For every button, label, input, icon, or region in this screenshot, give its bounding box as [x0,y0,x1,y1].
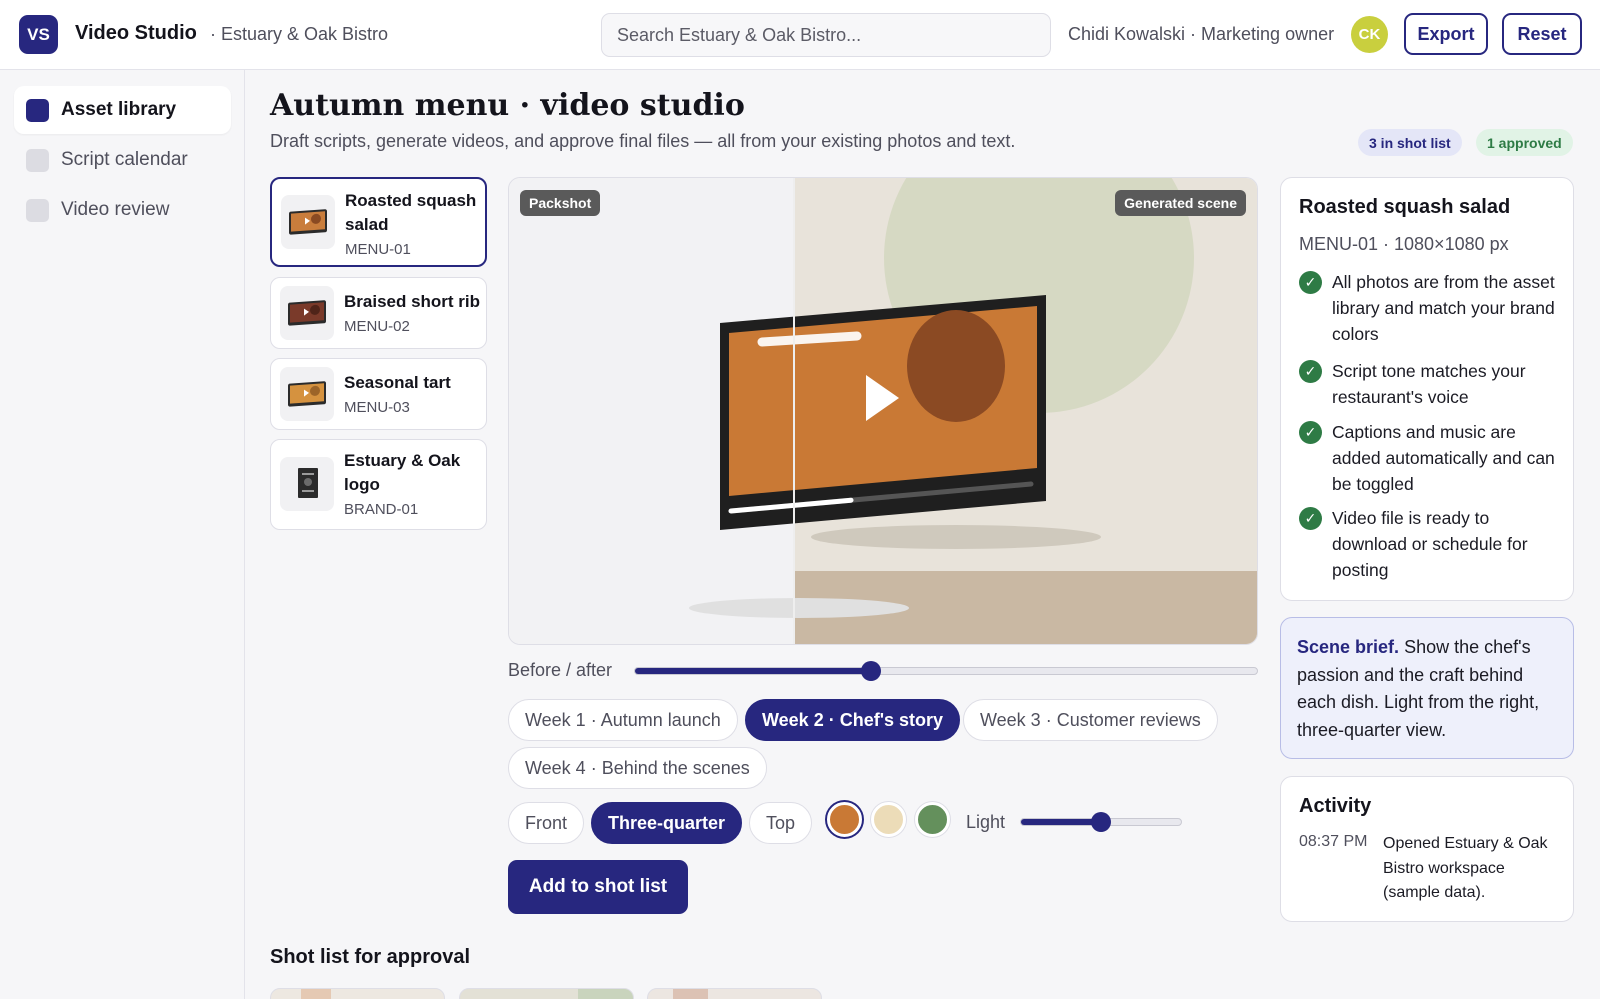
before-after-fill [635,668,872,674]
light-handle[interactable] [1091,812,1111,832]
pill-label: Week 4 · Behind the scenes [525,757,750,778]
angle-front-pill[interactable]: Front [508,802,585,844]
video-thumbnail-icon [280,367,334,421]
check-text: Captions and music are added automatical… [1332,422,1555,494]
check-text: Script tone matches your restaurant's vo… [1332,361,1526,407]
sidebar-item-video-review[interactable]: Video review [14,186,231,234]
page-title: Autumn menu · video studio [270,88,745,123]
asset-name: Roasted squash salad [345,191,477,234]
sidebar-item-script-calendar[interactable]: Script calendar [14,136,231,184]
cream-swatch[interactable] [871,802,906,837]
sidebar: Asset library Script calendar Video revi… [0,70,245,999]
packshot-label: Packshot [520,190,601,216]
check-item: ✓ Captions and music are added automatic… [1299,419,1557,497]
sidebar-item-label: Script calendar [61,149,188,170]
angle-top-pill[interactable]: Top [749,802,813,844]
shot-list-card[interactable] [459,988,634,999]
activity-title: Activity [1299,795,1372,817]
activity-panel: Activity 08:37 PM Opened Estuary & Oak B… [1280,776,1574,922]
asset-code: MENU-02 [344,318,410,335]
pill-label: Front [525,812,568,833]
video-thumbnail-icon [280,286,334,340]
before-after-slider[interactable] [634,661,1258,681]
reset-button[interactable]: Reset [1502,13,1582,55]
video-player-mockup [720,295,1046,530]
scene-brief-panel: Scene brief. Show the chef's passion and… [1280,617,1574,759]
asset-card-menu-02[interactable]: Braised short rib MENU-02 [270,277,487,349]
week-4-pill[interactable]: Week 4 · Behind the scenes [508,747,767,789]
check-text: All photos are from the asset library an… [1332,272,1555,344]
page-subtitle: Draft scripts, generate videos, and appr… [270,131,1016,151]
sidebar-item-label: Asset library [61,99,177,120]
generated-scene-illustration [509,178,1257,644]
activity-text: Opened Estuary & Oak Bistro workspace (s… [1383,835,1548,901]
pill-label: Three-quarter [608,812,726,833]
app-logo[interactable]: VS [19,15,58,54]
shot-list-count-badge: 3 in shot list [1358,129,1462,156]
search-input[interactable] [601,13,1051,57]
angle-three-quarter-pill[interactable]: Three-quarter [591,802,743,844]
week-3-pill[interactable]: Week 3 · Customer reviews [963,699,1218,741]
check-icon: ✓ [1299,421,1322,444]
top-bar: VS Video Studio · Estuary & Oak Bistro C… [0,0,1600,70]
shot-thumb [578,989,633,999]
add-to-shot-list-button[interactable]: Add to shot list [508,860,688,914]
asset-card-menu-03[interactable]: Seasonal tart MENU-03 [270,358,487,430]
asset-name: Estuary & Oak logo [344,451,461,494]
check-icon: ✓ [1299,271,1322,294]
before-after-label: Before / after [508,660,613,680]
scene-brief-label: Scene brief. [1297,637,1400,657]
shot-thumb [673,989,708,999]
detail-asset-name: Roasted squash salad [1299,196,1511,218]
shot-list-card[interactable] [647,988,822,999]
light-label: Light [966,812,1006,832]
workspace-name: · Estuary & Oak Bistro [210,24,389,44]
green-swatch[interactable] [915,802,950,837]
shot-list-card[interactable] [270,988,445,999]
check-icon: ✓ [1299,507,1322,530]
app-title: Video Studio [75,22,197,44]
pill-label: Week 2 · Chef's story [762,709,944,730]
check-item: ✓ Script tone matches your restaurant's … [1299,358,1557,410]
shot-thumb [301,989,331,999]
activity-time: 08:37 PM [1299,833,1368,850]
asset-name: Seasonal tart [344,373,451,392]
shot-list-title: Shot list for approval [270,946,471,968]
script-calendar-icon [26,148,49,172]
asset-code: BRAND-01 [344,501,419,518]
detail-asset-meta: MENU-01 · 1080×1080 px [1299,234,1509,254]
light-fill [1021,819,1101,825]
orange-swatch[interactable] [827,802,862,837]
generated-scene-label: Generated scene [1115,190,1246,216]
week-1-pill[interactable]: Week 1 · Autumn launch [508,699,738,741]
logo-thumbnail-icon [280,457,334,511]
asset-code: MENU-01 [345,241,411,258]
approved-count-badge: 1 approved [1476,129,1573,156]
user-label: Chidi Kowalski · Marketing owner [1068,24,1335,44]
check-item: ✓ All photos are from the asset library … [1299,269,1557,347]
video-thumbnail-icon [281,195,335,249]
scene-brief: Scene brief. Show the chef's passion and… [1297,634,1559,744]
asset-name: Braised short rib [344,292,481,311]
pill-label: Week 3 · Customer reviews [980,709,1201,730]
check-icon: ✓ [1299,360,1322,383]
asset-card-menu-01[interactable]: Roasted squash salad MENU-01 [270,177,487,267]
sidebar-item-label: Video review [61,199,170,220]
check-item: ✓ Video file is ready to download or sch… [1299,505,1557,583]
pill-label: Week 1 · Autumn launch [525,709,721,730]
check-text: Video file is ready to download or sched… [1332,508,1528,580]
asset-card-brand-01[interactable]: Estuary & Oak logo BRAND-01 [270,439,487,530]
pill-label: Top [766,812,796,833]
light-slider[interactable] [1020,812,1182,832]
video-preview-stage[interactable]: Packshot Generated scene [508,177,1258,645]
avatar[interactable]: CK [1351,16,1388,53]
before-after-handle[interactable] [861,661,882,681]
asset-code: MENU-03 [344,399,410,416]
asset-detail-panel: Roasted squash salad MENU-01 · 1080×1080… [1280,177,1574,601]
export-button[interactable]: Export [1404,13,1488,55]
asset-library-icon [26,98,49,122]
video-review-icon [26,198,49,222]
week-2-pill[interactable]: Week 2 · Chef's story [745,699,961,741]
sidebar-item-asset-library[interactable]: Asset library [14,86,231,134]
